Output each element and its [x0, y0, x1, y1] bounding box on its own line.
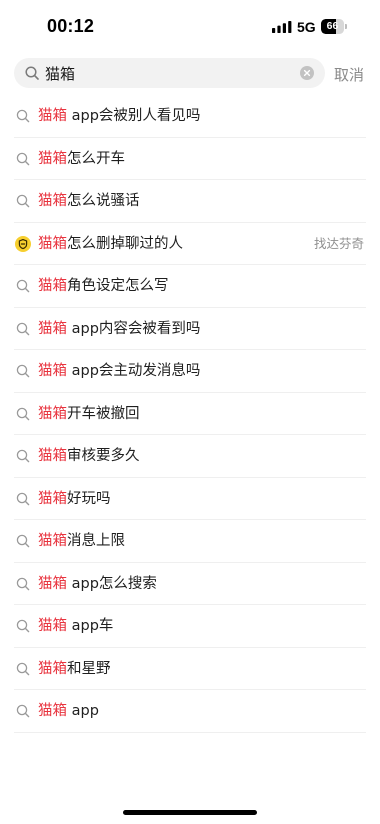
suggestion-text: 猫箱 app会被别人看见吗 — [38, 106, 200, 126]
home-indicator[interactable] — [123, 810, 257, 815]
suggestion-item[interactable]: 猫箱角色设定怎么写 — [0, 265, 380, 308]
cancel-button[interactable]: 取消 — [334, 64, 364, 85]
suggestion-text: 猫箱消息上限 — [38, 531, 125, 551]
suggestion-highlight: 猫箱 — [38, 448, 67, 464]
search-icon — [25, 66, 39, 80]
suggestion-highlight: 猫箱 — [38, 150, 67, 167]
suggestion-text: 猫箱怎么开车 — [38, 149, 125, 169]
suggestion-text: 猫箱 app怎么搜索 — [38, 574, 157, 594]
suggestion-highlight: 猫箱 — [38, 278, 67, 294]
suggestion-item[interactable]: 猫箱 app内容会被看到吗 — [0, 308, 380, 350]
suggestion-highlight: 猫箱 — [38, 363, 67, 379]
suggestion-text: 猫箱开车被撤回 — [38, 404, 140, 424]
search-icon — [16, 109, 30, 123]
suggestion-item[interactable]: 猫箱消息上限 — [0, 520, 380, 563]
suggestion-rest: 和星野 — [67, 660, 111, 677]
suggestion-rest: app会被别人看见吗 — [67, 108, 201, 124]
suggestion-rest: app内容会被看到吗 — [67, 320, 201, 337]
search-icon — [16, 492, 30, 505]
battery-cap — [345, 24, 347, 29]
suggestion-highlight: 猫箱 — [38, 235, 67, 252]
suggestion-tag[interactable]: 找达芬奇 — [314, 236, 364, 252]
suggestion-highlight: 猫箱 — [38, 533, 67, 549]
row-divider — [14, 731, 366, 733]
suggestion-highlight: 猫箱 — [38, 320, 67, 337]
search-icon — [16, 704, 30, 718]
suggestion-rest: 怎么说骚话 — [67, 193, 140, 209]
search-icon — [16, 619, 30, 633]
suggestion-item[interactable]: 猫箱审核要多久 — [0, 435, 380, 478]
search-icon — [16, 407, 30, 420]
suggestion-text: 猫箱 app会主动发消息吗 — [38, 361, 200, 381]
status-bar: 00:12 5G 66 — [0, 0, 380, 50]
battery-indicator: 66 — [321, 19, 348, 34]
suggestion-item[interactable]: 猫箱 app — [0, 690, 380, 733]
search-icon — [16, 534, 30, 548]
suggestion-rest: app怎么搜索 — [67, 575, 157, 592]
suggestion-rest: app车 — [67, 618, 114, 634]
suggestion-highlight: 猫箱 — [38, 618, 67, 634]
search-icon — [16, 364, 30, 378]
suggestion-rest: 消息上限 — [67, 533, 125, 549]
suggestion-rest: app会主动发消息吗 — [67, 363, 201, 379]
suggestion-text: 猫箱怎么删掉聊过的人 — [38, 234, 183, 254]
search-icon — [16, 152, 30, 165]
battery-body: 66 — [321, 19, 344, 34]
suggestion-rest: 怎么开车 — [67, 150, 125, 167]
suggestion-item[interactable]: 猫箱和星野 — [0, 648, 380, 690]
suggestion-highlight: 猫箱 — [38, 193, 67, 209]
suggestion-highlight: 猫箱 — [38, 575, 67, 592]
suggestion-item[interactable]: 猫箱 app会被别人看见吗 — [0, 95, 380, 138]
suggestion-highlight: 猫箱 — [38, 405, 67, 422]
suggestion-text: 猫箱角色设定怎么写 — [38, 276, 169, 296]
search-icon — [16, 194, 30, 208]
suggestion-rest: 好玩吗 — [67, 490, 111, 507]
suggestion-rest: 角色设定怎么写 — [67, 278, 169, 294]
network-type-label: 5G — [297, 19, 316, 35]
suggestion-rest: app — [67, 703, 99, 719]
suggestion-item[interactable]: 猫箱怎么删掉聊过的人 找达芬奇 — [0, 223, 380, 265]
search-icon — [16, 449, 30, 463]
suggestion-item[interactable]: 猫箱 app怎么搜索 — [0, 563, 380, 605]
suggestion-rest: 怎么删掉聊过的人 — [67, 235, 183, 252]
cellular-signal-icon — [272, 21, 292, 33]
search-icon — [16, 279, 30, 293]
suggestion-item[interactable]: 猫箱 app车 — [0, 605, 380, 648]
suggestion-highlight: 猫箱 — [38, 703, 67, 719]
suggestion-item[interactable]: 猫箱怎么开车 — [0, 138, 380, 180]
search-icon — [16, 662, 30, 675]
clear-search-button[interactable] — [300, 66, 314, 80]
suggestion-highlight: 猫箱 — [38, 490, 67, 507]
suggestion-rest: 审核要多久 — [67, 448, 140, 464]
shield-icon — [15, 235, 31, 252]
suggestion-item[interactable]: 猫箱 app会主动发消息吗 — [0, 350, 380, 393]
clear-icon — [303, 69, 311, 77]
suggestion-text: 猫箱 app — [38, 701, 99, 721]
suggestion-text: 猫箱 app内容会被看到吗 — [38, 319, 200, 339]
battery-level: 66 — [326, 20, 339, 32]
suggestion-text: 猫箱和星野 — [38, 659, 111, 679]
suggestion-item[interactable]: 猫箱怎么说骚话 — [0, 180, 380, 223]
search-icon — [16, 577, 30, 590]
suggestion-text: 猫箱审核要多久 — [38, 446, 140, 466]
suggestion-rest: 开车被撤回 — [67, 405, 140, 422]
suggestion-text: 猫箱 app车 — [38, 616, 113, 636]
suggestion-text: 猫箱怎么说骚话 — [38, 191, 140, 211]
suggestion-list: 猫箱 app会被别人看见吗 猫箱怎么开车 猫箱怎么说骚话 猫箱怎么删掉聊过的人 找达芬奇… — [0, 95, 380, 733]
search-input[interactable] — [45, 58, 295, 88]
search-icon — [16, 322, 30, 335]
search-box[interactable] — [14, 58, 325, 88]
status-time: 00:12 — [47, 16, 95, 36]
suggestion-item[interactable]: 猫箱好玩吗 — [0, 478, 380, 520]
suggestion-item[interactable]: 猫箱开车被撤回 — [0, 393, 380, 435]
suggestion-highlight: 猫箱 — [38, 660, 67, 677]
suggestion-highlight: 猫箱 — [38, 108, 67, 124]
suggestion-text: 猫箱好玩吗 — [38, 489, 111, 509]
